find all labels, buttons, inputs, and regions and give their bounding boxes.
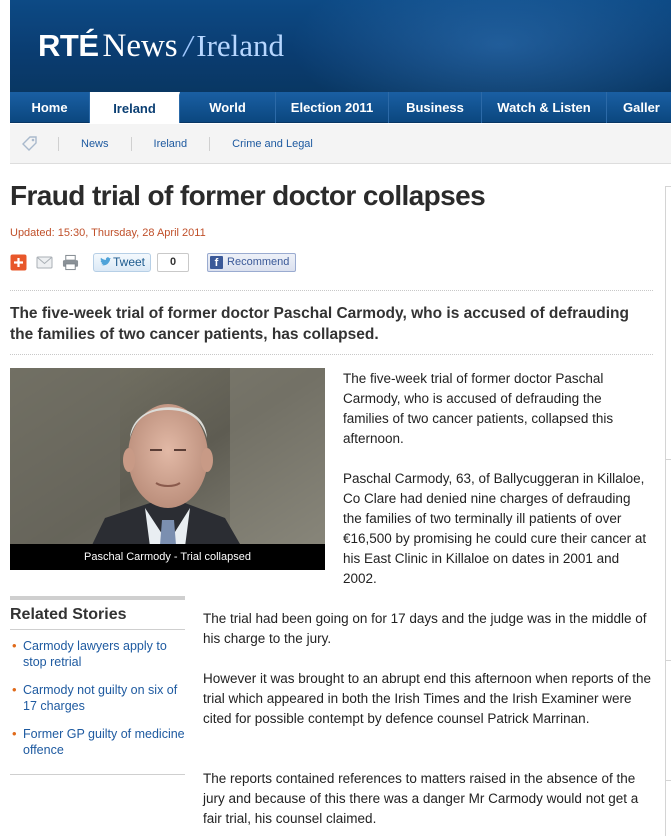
divider xyxy=(10,774,185,775)
logo-brand: RTÉ xyxy=(38,28,99,63)
related-stories: Related Stories • Carmody lawyers apply … xyxy=(10,596,185,775)
nav-world[interactable]: World xyxy=(180,92,276,123)
bullet-icon: • xyxy=(12,638,17,653)
site-header: RTÉ News / Ireland xyxy=(10,0,671,92)
bullet-icon: • xyxy=(12,726,17,741)
article-paragraph: The trial had been going on for 17 days … xyxy=(203,611,647,646)
article-paragraph: The five-week trial of former doctor Pas… xyxy=(343,371,614,446)
related-story-item: • Former GP guilty of medicine offence xyxy=(10,726,185,758)
right-column-tick xyxy=(665,459,671,460)
article-photo xyxy=(10,368,325,570)
related-stories-title: Related Stories xyxy=(10,606,127,623)
right-column-edge xyxy=(665,186,671,836)
nav-business[interactable]: Business xyxy=(389,92,482,123)
facebook-label: Recommend xyxy=(227,256,290,268)
email-icon[interactable] xyxy=(36,254,53,271)
nav-election-2011[interactable]: Election 2011 xyxy=(276,92,389,123)
updated-timestamp: Updated: 15:30, Thursday, 28 April 2011 xyxy=(10,227,206,239)
related-story-link[interactable]: Carmody lawyers apply to stop retrial xyxy=(23,638,185,670)
header-glow xyxy=(290,0,671,92)
twitter-icon xyxy=(100,257,111,266)
site-logo[interactable]: RTÉ News / Ireland xyxy=(38,28,284,65)
right-column-tick xyxy=(665,780,671,781)
article-headline: Fraud trial of former doctor collapses xyxy=(10,180,486,211)
nav-home[interactable]: Home xyxy=(10,92,90,123)
related-story-link[interactable]: Former GP guilty of medicine offence xyxy=(23,726,185,758)
add-icon[interactable] xyxy=(10,254,27,271)
photo-caption: Paschal Carmody - Trial collapsed xyxy=(10,544,325,570)
related-story-link[interactable]: Carmody not guilty on six of 17 charges xyxy=(23,682,185,714)
divider xyxy=(10,290,653,291)
breadcrumb: News Ireland Crime and Legal xyxy=(10,124,671,164)
breadcrumb-news[interactable]: News xyxy=(58,136,131,151)
divider xyxy=(10,629,185,630)
breadcrumb-ireland[interactable]: Ireland xyxy=(130,136,210,151)
breadcrumb-crime-legal[interactable]: Crime and Legal xyxy=(209,136,335,151)
bullet-icon: • xyxy=(12,682,17,697)
divider xyxy=(10,596,185,600)
logo-product: News xyxy=(102,28,178,64)
nav-ireland[interactable]: Ireland xyxy=(90,92,180,123)
facebook-icon: f xyxy=(210,255,224,269)
article-paragraph: The reports contained references to matt… xyxy=(203,771,639,826)
article-paragraph: Paschal Carmody, 63, of Ballycuggeran in… xyxy=(343,471,647,586)
tag-icon xyxy=(20,134,40,154)
tweet-count: 0 xyxy=(157,252,190,272)
tweet-button[interactable]: Tweet xyxy=(93,252,152,272)
right-column-tick xyxy=(665,186,671,187)
logo-section: Ireland xyxy=(196,28,285,63)
divider xyxy=(10,354,653,355)
right-column-tick xyxy=(665,660,671,661)
share-bar: Tweet 0 f Recommend xyxy=(10,251,297,273)
print-icon[interactable] xyxy=(62,254,79,271)
main-nav: Home Ireland World Election 2011 Busines… xyxy=(10,92,671,123)
article-paragraph: However it was brought to an abrupt end … xyxy=(203,671,652,726)
article-standfirst: The five-week trial of former doctor Pas… xyxy=(10,305,629,343)
related-story-item: • Carmody lawyers apply to stop retrial xyxy=(10,638,185,670)
nav-watch-listen[interactable]: Watch & Listen xyxy=(482,92,607,123)
tweet-label: Tweet xyxy=(113,255,146,269)
nav-gallery[interactable]: Galler xyxy=(607,92,671,123)
logo-separator: / xyxy=(183,28,193,63)
facebook-recommend-button[interactable]: f Recommend xyxy=(207,252,297,272)
related-story-item: • Carmody not guilty on six of 17 charge… xyxy=(10,682,185,714)
